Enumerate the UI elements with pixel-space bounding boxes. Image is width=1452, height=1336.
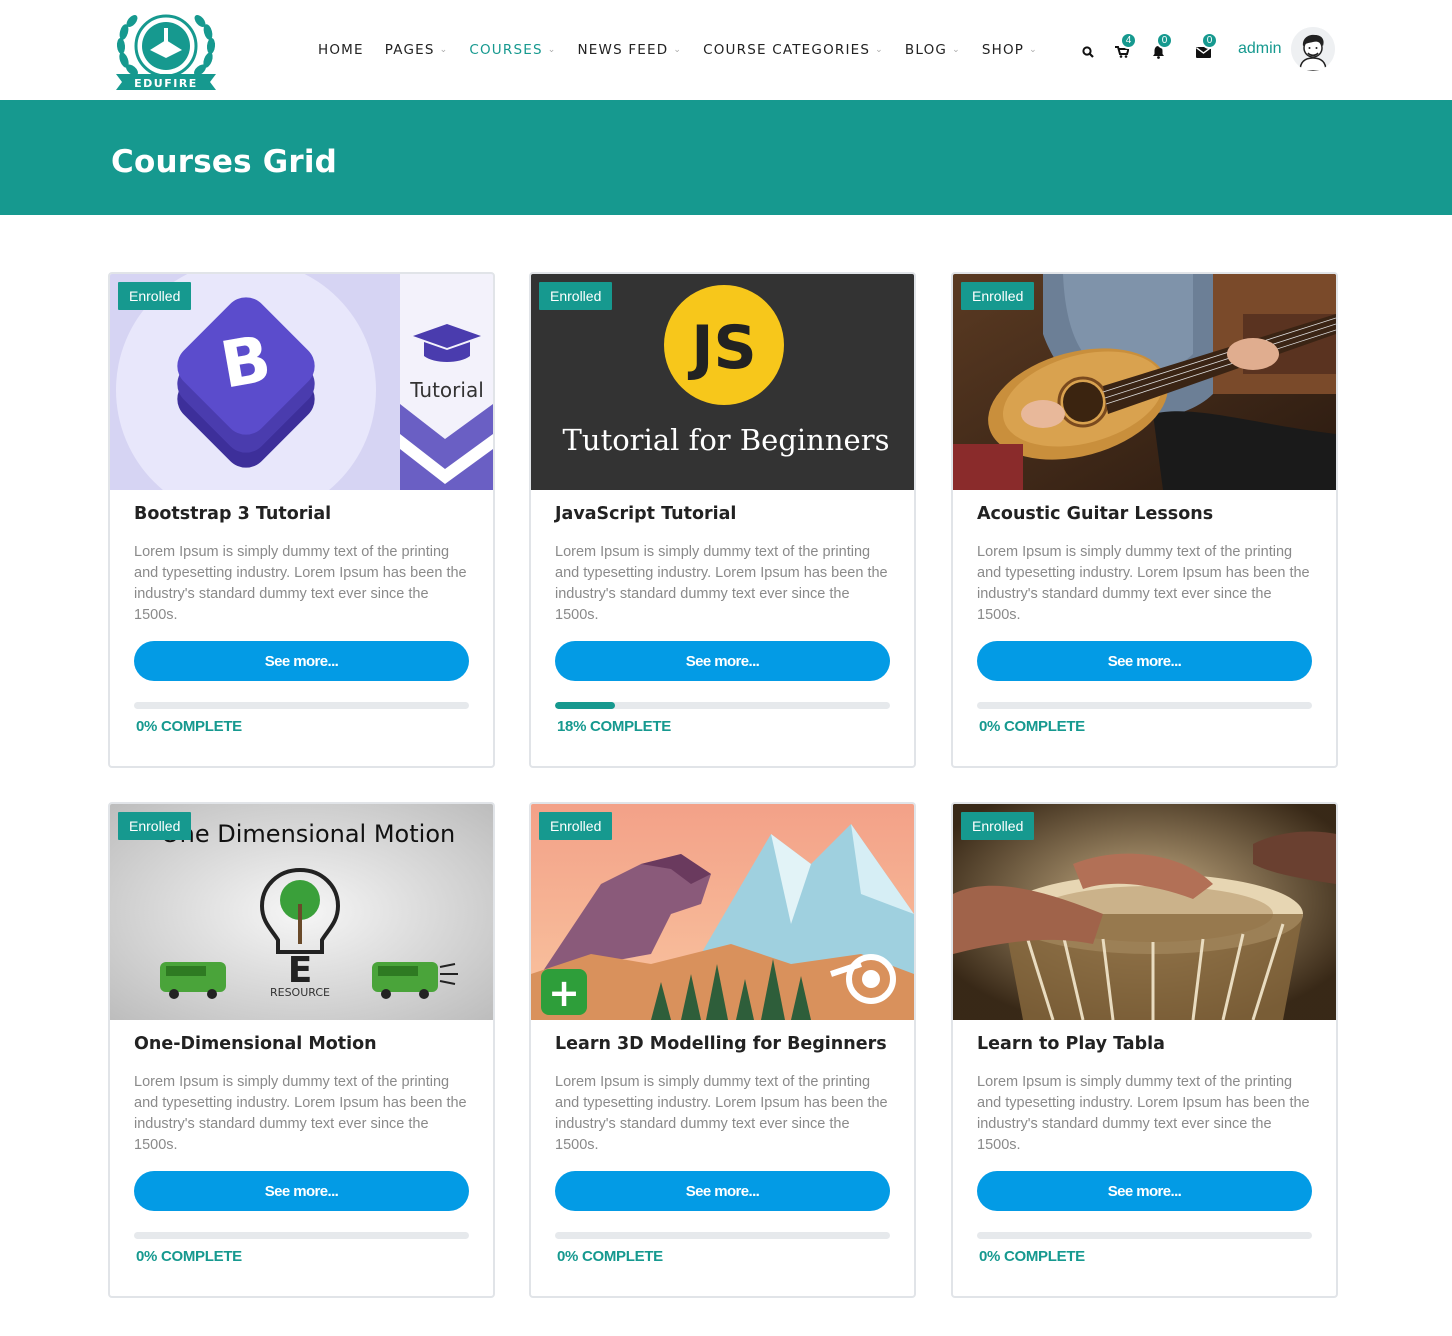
search-icon[interactable] bbox=[1078, 40, 1098, 64]
see-more-button[interactable]: See more... bbox=[555, 1171, 890, 1211]
nav-blog[interactable]: BLOG ⌄ bbox=[905, 42, 961, 58]
progress-bar bbox=[555, 1232, 890, 1239]
progress-label: 0% COMPLETE bbox=[136, 1248, 242, 1265]
progress-bar bbox=[977, 1232, 1312, 1239]
progress-label: 0% COMPLETE bbox=[557, 1248, 663, 1265]
page-title: Courses Grid bbox=[111, 144, 338, 180]
enrolled-badge: Enrolled bbox=[118, 812, 192, 840]
progress-label: 0% COMPLETE bbox=[979, 718, 1085, 735]
progress-label: 0% COMPLETE bbox=[136, 718, 242, 735]
course-thumbnail[interactable]: B Tutorial Enrolled bbox=[110, 274, 493, 490]
course-title[interactable]: JavaScript Tutorial bbox=[555, 504, 736, 524]
progress-bar bbox=[134, 702, 469, 709]
nav-shop[interactable]: SHOP ⌄ bbox=[982, 42, 1038, 58]
nav-home[interactable]: HOME bbox=[318, 42, 364, 58]
bell-icon[interactable]: 0 bbox=[1148, 32, 1173, 64]
svg-text:E: E bbox=[288, 950, 313, 991]
course-thumbnail[interactable]: Enrolled bbox=[953, 804, 1336, 1020]
svg-text:JS: JS bbox=[687, 313, 757, 383]
svg-text:RESOURCE: RESOURCE bbox=[270, 986, 330, 999]
course-card[interactable]: + Enrolled Learn 3D Modelling for Beginn… bbox=[529, 802, 916, 1298]
main-nav: HOME PAGES ⌄ COURSES ⌄ NEWS FEED ⌄ COURSE C… bbox=[318, 40, 1059, 60]
nav-course-categories[interactable]: COURSE CATEGORIES ⌄ bbox=[703, 42, 884, 58]
course-description: Lorem Ipsum is simply dummy text of the … bbox=[134, 1074, 467, 1153]
course-title[interactable]: Bootstrap 3 Tutorial bbox=[134, 504, 331, 524]
user-name[interactable]: admin bbox=[1238, 40, 1282, 58]
svg-text:One Dimensional Motion: One Dimensional Motion bbox=[161, 820, 455, 848]
course-description: Lorem Ipsum is simply dummy text of the … bbox=[555, 1074, 888, 1153]
nav-pages[interactable]: PAGES ⌄ bbox=[385, 42, 449, 58]
course-thumbnail[interactable]: One Dimensional Motion E RESOURCE Enroll… bbox=[110, 804, 493, 1020]
progress-bar bbox=[134, 1232, 469, 1239]
course-title[interactable]: Learn to Play Tabla bbox=[977, 1034, 1165, 1054]
course-card[interactable]: B Tutorial Enrolled Bootstrap 3 Tutorial… bbox=[108, 272, 495, 768]
svg-text:Tutorial for Beginners: Tutorial for Beginners bbox=[563, 423, 890, 457]
see-more-button[interactable]: See more... bbox=[977, 641, 1312, 681]
site-header: EDUFIRE HOME PAGES ⌄ COURSES ⌄ NEWS FEED ⌄ … bbox=[0, 0, 1452, 100]
course-description: Lorem Ipsum is simply dummy text of the … bbox=[977, 544, 1310, 623]
svg-text:EDUFIRE: EDUFIRE bbox=[134, 77, 198, 90]
enrolled-badge: Enrolled bbox=[539, 282, 613, 310]
svg-text:Tutorial: Tutorial bbox=[409, 378, 484, 402]
see-more-button[interactable]: See more... bbox=[977, 1171, 1312, 1211]
progress-label: 0% COMPLETE bbox=[979, 1248, 1085, 1265]
notification-count-badge: 0 bbox=[1156, 32, 1173, 49]
progress-fill bbox=[555, 702, 616, 709]
cart-count-badge: 4 bbox=[1120, 32, 1137, 49]
progress-bar bbox=[555, 702, 890, 709]
see-more-button[interactable]: See more... bbox=[555, 641, 890, 681]
course-title[interactable]: Learn 3D Modelling for Beginners bbox=[555, 1034, 887, 1054]
course-thumbnail[interactable]: Enrolled bbox=[953, 274, 1336, 490]
chevron-down-icon: ⌄ bbox=[1029, 45, 1038, 55]
course-description: Lorem Ipsum is simply dummy text of the … bbox=[134, 544, 467, 623]
course-description: Lorem Ipsum is simply dummy text of the … bbox=[555, 544, 888, 623]
progress-bar bbox=[977, 702, 1312, 709]
course-thumbnail[interactable]: + Enrolled bbox=[531, 804, 914, 1020]
page-banner: Courses Grid bbox=[0, 100, 1452, 215]
course-card[interactable]: JS Tutorial for Beginners Enrolled JavaS… bbox=[529, 272, 916, 768]
message-count-badge: 0 bbox=[1201, 32, 1218, 49]
enrolled-badge: Enrolled bbox=[118, 282, 192, 310]
edufire-logo[interactable]: EDUFIRE bbox=[110, 10, 222, 92]
progress-label: 18% COMPLETE bbox=[557, 718, 671, 735]
course-title[interactable]: One-Dimensional Motion bbox=[134, 1034, 377, 1054]
see-more-button[interactable]: See more... bbox=[134, 1171, 469, 1211]
course-thumbnail[interactable]: JS Tutorial for Beginners Enrolled bbox=[531, 274, 914, 490]
chevron-down-icon: ⌄ bbox=[673, 45, 683, 55]
chevron-down-icon: ⌄ bbox=[439, 45, 449, 55]
avatar[interactable] bbox=[1291, 27, 1335, 71]
chevron-down-icon: ⌄ bbox=[875, 45, 884, 55]
enrolled-badge: Enrolled bbox=[539, 812, 613, 840]
svg-text:+: + bbox=[548, 971, 580, 1015]
enrolled-badge: Enrolled bbox=[961, 812, 1035, 840]
nav-news-feed[interactable]: NEWS FEED ⌄ bbox=[578, 42, 683, 58]
course-description: Lorem Ipsum is simply dummy text of the … bbox=[977, 1074, 1310, 1153]
see-more-button[interactable]: See more... bbox=[134, 641, 469, 681]
chevron-down-icon: ⌄ bbox=[952, 45, 961, 55]
course-card[interactable]: Enrolled Learn to Play Tabla Lorem Ipsum… bbox=[951, 802, 1338, 1298]
nav-courses[interactable]: COURSES ⌄ bbox=[469, 42, 556, 58]
course-card[interactable]: One Dimensional Motion E RESOURCE Enroll… bbox=[108, 802, 495, 1298]
course-title[interactable]: Acoustic Guitar Lessons bbox=[977, 504, 1213, 524]
chevron-down-icon: ⌄ bbox=[547, 45, 557, 55]
enrolled-badge: Enrolled bbox=[961, 282, 1035, 310]
cart-icon[interactable]: 4 bbox=[1112, 32, 1137, 64]
course-card[interactable]: Enrolled Acoustic Guitar Lessons Lorem I… bbox=[951, 272, 1338, 768]
envelope-icon[interactable]: 0 bbox=[1193, 32, 1218, 64]
